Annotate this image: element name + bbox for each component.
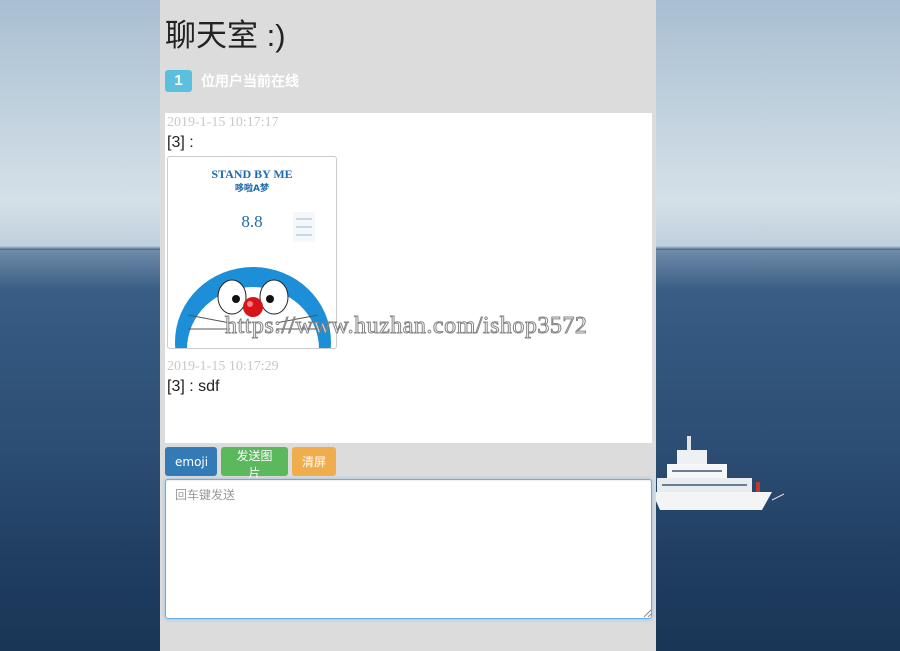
message-text: [3] : sdf bbox=[167, 378, 220, 395]
clear-screen-button[interactable]: 清屏 bbox=[292, 447, 336, 476]
online-label: 位用户当前在线 bbox=[201, 74, 299, 90]
watermark: https://www.huzhan.com/ishop3572 bbox=[224, 313, 588, 340]
yacht-image bbox=[652, 436, 785, 510]
message-text: [3] : bbox=[167, 134, 194, 151]
message-time: 2019-1-15 10:17:29 bbox=[167, 359, 279, 374]
message-list[interactable]: 2019-1-15 10:17:17 [3] : STAND BY ME 哆啦A… bbox=[165, 113, 652, 443]
online-status: 1 位用户当前在线 bbox=[165, 70, 299, 92]
message-item: 2019-1-15 10:17:29 [3] : sdf bbox=[167, 359, 279, 397]
resize-grip-icon[interactable] bbox=[643, 609, 652, 618]
chat-toolbar: emoji 发送图片 清屏 bbox=[165, 447, 336, 480]
send-image-button[interactable]: 发送图片 bbox=[221, 447, 288, 480]
message-time: 2019-1-15 10:17:17 bbox=[167, 115, 279, 130]
message-input[interactable] bbox=[165, 479, 652, 619]
online-count-badge: 1 bbox=[165, 70, 192, 92]
page-title: 聊天室 :) bbox=[165, 18, 286, 53]
emoji-button[interactable]: emoji bbox=[165, 447, 217, 476]
